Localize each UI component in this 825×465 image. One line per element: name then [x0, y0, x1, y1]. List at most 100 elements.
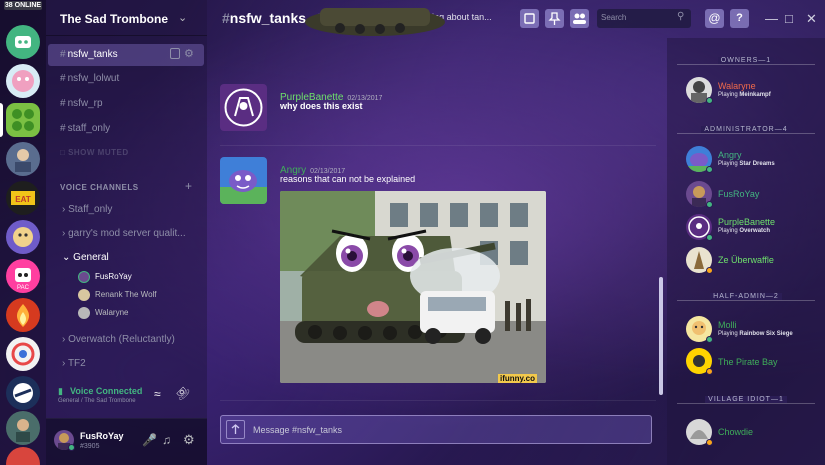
voice-channel-overwatch[interactable]: › Overwatch (Reluctantly) [62, 334, 175, 345]
voice-user[interactable]: Walaryne [95, 308, 129, 317]
selected-server-indicator [0, 103, 3, 137]
chevron-down-icon: ⌄ [62, 252, 74, 263]
show-muted-toggle[interactable]: □ SHOW MUTED [60, 148, 129, 157]
server-icon-2[interactable] [6, 64, 40, 98]
role-header: OWNERS—1 [677, 57, 815, 64]
member-list-icon[interactable] [570, 9, 589, 28]
microphone-icon[interactable]: 🎤 [142, 433, 157, 447]
server-icon-10[interactable] [6, 376, 40, 410]
message-text: reasons that can not be explained [280, 174, 416, 184]
search-icon: ⚲ [677, 11, 685, 22]
member-name[interactable]: Angry [718, 150, 742, 160]
voice-channel-general[interactable]: ⌄ General [62, 252, 109, 263]
divider [677, 300, 815, 301]
divider [677, 64, 815, 65]
voice-channel-staff-only[interactable]: › Staff_only [62, 204, 112, 215]
member-name[interactable]: FusRoYay [718, 189, 759, 199]
server-icon-sad-trombone[interactable] [6, 103, 40, 137]
channel-nsfw-tanks[interactable]: # nsfw_tanks [60, 49, 118, 60]
channel-staff-only[interactable]: # staff_only [60, 123, 110, 134]
current-user-tag: #3905 [80, 443, 100, 450]
member-activity: Playing Meinkampf [718, 92, 771, 98]
message-image[interactable] [280, 191, 546, 383]
server-icon-7[interactable]: PAC [6, 259, 40, 293]
upload-icon[interactable] [226, 420, 245, 439]
minimize-icon[interactable]: — [765, 11, 778, 26]
add-channel-icon[interactable]: + [185, 179, 192, 193]
divider [46, 35, 207, 36]
message-text: why does this exist [280, 101, 363, 111]
chevron-down-icon[interactable]: ⌄ [178, 11, 187, 24]
channel-label: nsfw_tanks [67, 49, 118, 60]
hash-icon: # [60, 73, 66, 84]
server-icon-9[interactable] [6, 337, 40, 371]
status-online-icon [68, 444, 75, 451]
channel-nsfw-rp[interactable]: # nsfw_rp [60, 98, 103, 109]
invite-icon[interactable] [170, 48, 180, 59]
divider [677, 403, 815, 404]
hash-icon: # [60, 123, 66, 134]
pin-icon[interactable] [545, 9, 564, 28]
divider [220, 400, 656, 401]
status-online-icon [706, 336, 713, 343]
close-icon[interactable]: ✕ [806, 11, 817, 27]
voice-connected-subtitle: General / The Sad Trombone [58, 398, 136, 404]
hash-icon: # [222, 10, 230, 26]
maximize-icon[interactable]: □ [785, 11, 793, 26]
signal-icon: ▮ [58, 386, 63, 396]
member-activity: Playing Star Dreams [718, 161, 775, 167]
channel-label: nsfw_lolwut [67, 73, 120, 84]
previous-embed-image[interactable] [300, 0, 450, 40]
status-online-icon [706, 166, 713, 173]
voice-settings-icon[interactable]: ≈ [154, 387, 161, 401]
voice-user[interactable]: Renank The Wolf [95, 290, 157, 299]
member-name[interactable]: The Pirate Bay [718, 357, 778, 367]
member-name[interactable]: Ze Überwaffle [718, 255, 774, 265]
voice-channels-header[interactable]: VOICE CHANNELS [60, 183, 139, 192]
member-activity: Playing Overwatch [718, 228, 771, 234]
settings-gear-icon[interactable]: ⚙ [183, 432, 195, 448]
role-header: ADMINISTRATOR—4 [677, 126, 815, 133]
member-name[interactable]: PurpleBanette [718, 217, 775, 227]
hash-icon: # [60, 98, 66, 109]
server-icon-11[interactable] [6, 411, 40, 445]
svg-text:EAT: EAT [15, 195, 31, 204]
mentions-icon[interactable]: @ [705, 9, 724, 28]
voice-user[interactable]: FusRoYay [95, 272, 132, 281]
notification-bell-icon[interactable] [520, 9, 539, 28]
voice-channel-tf2[interactable]: › TF2 [62, 358, 86, 369]
channel-label: nsfw_rp [67, 98, 103, 109]
status-online-icon [706, 97, 713, 104]
avatar [78, 271, 90, 283]
svg-text:PAC: PAC [17, 285, 30, 291]
divider [220, 145, 656, 146]
gear-icon[interactable]: ⚙ [184, 47, 194, 60]
channel-nsfw-lolwut[interactable]: # nsfw_lolwut [60, 73, 119, 84]
avatar[interactable] [220, 84, 267, 131]
checkbox-icon: □ [60, 148, 69, 157]
server-icon-6[interactable] [6, 220, 40, 254]
role-header: VILLAGE IDIOT—1 [677, 396, 815, 403]
role-header: HALF-ADMIN—2 [677, 293, 815, 300]
hash-icon: # [60, 49, 66, 60]
watermark-caption: ifunny.co [498, 374, 537, 383]
server-icon-8[interactable] [6, 298, 40, 332]
member-name[interactable]: Chowdie [718, 427, 753, 437]
member-name[interactable]: Walaryne [718, 81, 756, 91]
member-name[interactable]: Molli [718, 320, 737, 330]
guild-name[interactable]: The Sad Trombone [60, 12, 168, 26]
help-icon[interactable]: ? [730, 9, 749, 28]
status-online-icon [706, 201, 713, 208]
status-idle-icon [706, 439, 713, 446]
search-placeholder: Search [601, 13, 627, 22]
server-icon-4[interactable] [6, 142, 40, 176]
status-online-icon [706, 234, 713, 241]
discord-logo-icon [15, 36, 31, 48]
avatar[interactable] [220, 157, 267, 204]
server-icon-1[interactable] [6, 25, 40, 59]
server-icon-5[interactable]: EAT [6, 181, 40, 215]
headphones-icon[interactable]: ♫ [162, 433, 171, 447]
divider [677, 133, 815, 134]
voice-channel-garrys-mod[interactable]: › garry's mod server qualit... [62, 228, 186, 239]
scrollbar[interactable] [659, 277, 663, 395]
